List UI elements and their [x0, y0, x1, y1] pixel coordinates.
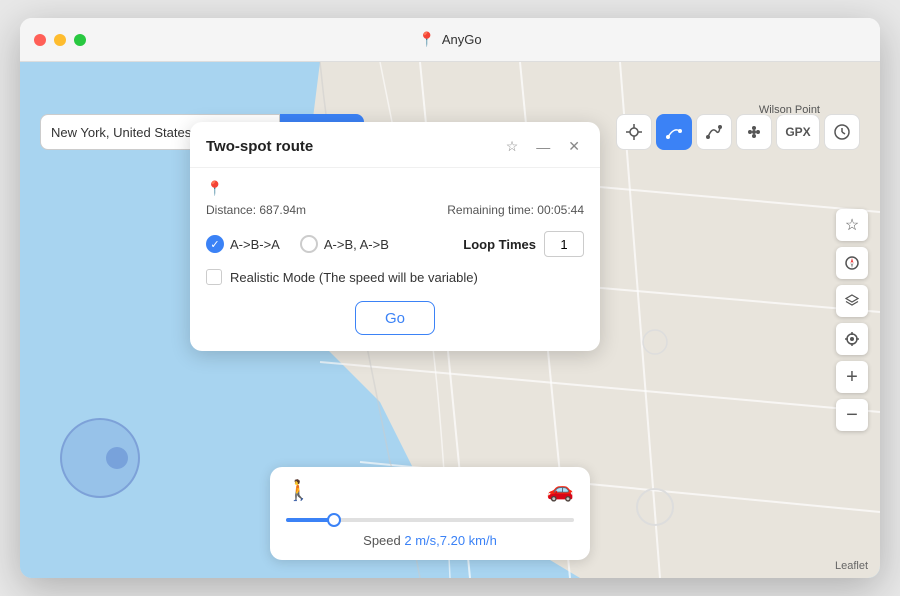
joystick[interactable] — [60, 418, 140, 498]
crosshair-icon — [625, 123, 643, 141]
close-button[interactable] — [34, 34, 46, 46]
go-button[interactable]: Go — [355, 301, 435, 335]
map-area[interactable]: ✕ Search — [20, 62, 880, 578]
realistic-mode-label: Realistic Mode (The speed will be variab… — [230, 270, 478, 285]
realistic-mode-checkbox-box — [206, 269, 222, 285]
maximize-button[interactable] — [74, 34, 86, 46]
dots-icon — [745, 123, 763, 141]
speed-icons: 🚶 🚗 — [286, 477, 574, 503]
joystick-handle — [106, 447, 128, 469]
speed-label: Speed 2 m/s,7.20 km/h — [286, 533, 574, 548]
compass-icon — [844, 255, 860, 271]
modal-header: Two-spot route ☆ — ✕ — [190, 122, 600, 168]
distance-label: Distance: 687.94m — [206, 203, 306, 217]
titlebar: 📍 AnyGo — [20, 18, 880, 62]
modal-controls: ☆ — ✕ — [502, 136, 584, 157]
loop-times-label: Loop Times — [463, 237, 536, 252]
leaflet-label: Leaflet — [835, 560, 868, 572]
layers-button[interactable] — [836, 285, 868, 317]
window-controls — [34, 34, 86, 46]
multi-route-tool-button[interactable] — [696, 114, 732, 150]
modal-pin-icon: 📍 — [206, 180, 584, 197]
radio-a-b-a-selected: ✓ — [206, 235, 224, 253]
dots-tool-button[interactable] — [736, 114, 772, 150]
gpx-button[interactable]: GPX — [776, 114, 820, 150]
modal-meta: Distance: 687.94m Remaining time: 00:05:… — [206, 203, 584, 217]
main-window: 📍 AnyGo — [20, 18, 880, 578]
modal-body: 📍 Distance: 687.94m Remaining time: 00:0… — [190, 168, 600, 351]
loop-times-input[interactable] — [544, 231, 584, 257]
remaining-time-label: Remaining time: 00:05:44 — [447, 203, 584, 217]
right-sidebar: ☆ — [836, 209, 868, 431]
modal-title: Two-spot route — [206, 138, 313, 155]
layers-icon — [844, 293, 860, 309]
zoom-out-button[interactable]: − — [836, 399, 868, 431]
location-button[interactable] — [836, 323, 868, 355]
multi-route-icon — [705, 123, 723, 141]
crosshair-tool-button[interactable] — [616, 114, 652, 150]
minimize-button[interactable] — [54, 34, 66, 46]
option-a-b-a[interactable]: ✓ A->B->A — [206, 235, 280, 253]
app-pin-icon: 📍 — [418, 31, 435, 48]
right-tools: GPX — [616, 114, 860, 150]
route-options: ✓ A->B->A A->B, A->B Loop Times — [206, 231, 584, 257]
route-tool-button[interactable] — [656, 114, 692, 150]
speed-slider-wrap — [286, 509, 574, 527]
star-button[interactable]: ☆ — [836, 209, 868, 241]
zoom-in-button[interactable]: + — [836, 361, 868, 393]
speed-value: 2 m/s,7.20 km/h — [404, 533, 496, 548]
close-modal-button[interactable]: ✕ — [564, 136, 584, 157]
app-title: AnyGo — [442, 32, 482, 47]
realistic-mode-checkbox[interactable]: Realistic Mode (The speed will be variab… — [206, 269, 584, 285]
minimize-modal-button[interactable]: — — [532, 137, 554, 157]
favorite-button[interactable]: ☆ — [502, 136, 523, 157]
history-button[interactable] — [824, 114, 860, 150]
speed-panel: 🚶 🚗 Speed 2 m/s,7.20 km/h — [270, 467, 590, 560]
radio-a-b-empty — [300, 235, 318, 253]
route-icon — [665, 123, 683, 141]
car-icon: 🚗 — [547, 477, 574, 503]
location-icon — [844, 331, 860, 347]
loop-times-area: Loop Times — [463, 231, 584, 257]
speed-slider[interactable] — [286, 518, 574, 522]
clock-icon — [833, 123, 851, 141]
route-modal: Two-spot route ☆ — ✕ 📍 Distance: 687.94m… — [190, 122, 600, 351]
walk-icon: 🚶 — [286, 478, 311, 503]
compass-button[interactable] — [836, 247, 868, 279]
option-a-b[interactable]: A->B, A->B — [300, 235, 389, 253]
app-title-area: 📍 AnyGo — [418, 31, 481, 48]
